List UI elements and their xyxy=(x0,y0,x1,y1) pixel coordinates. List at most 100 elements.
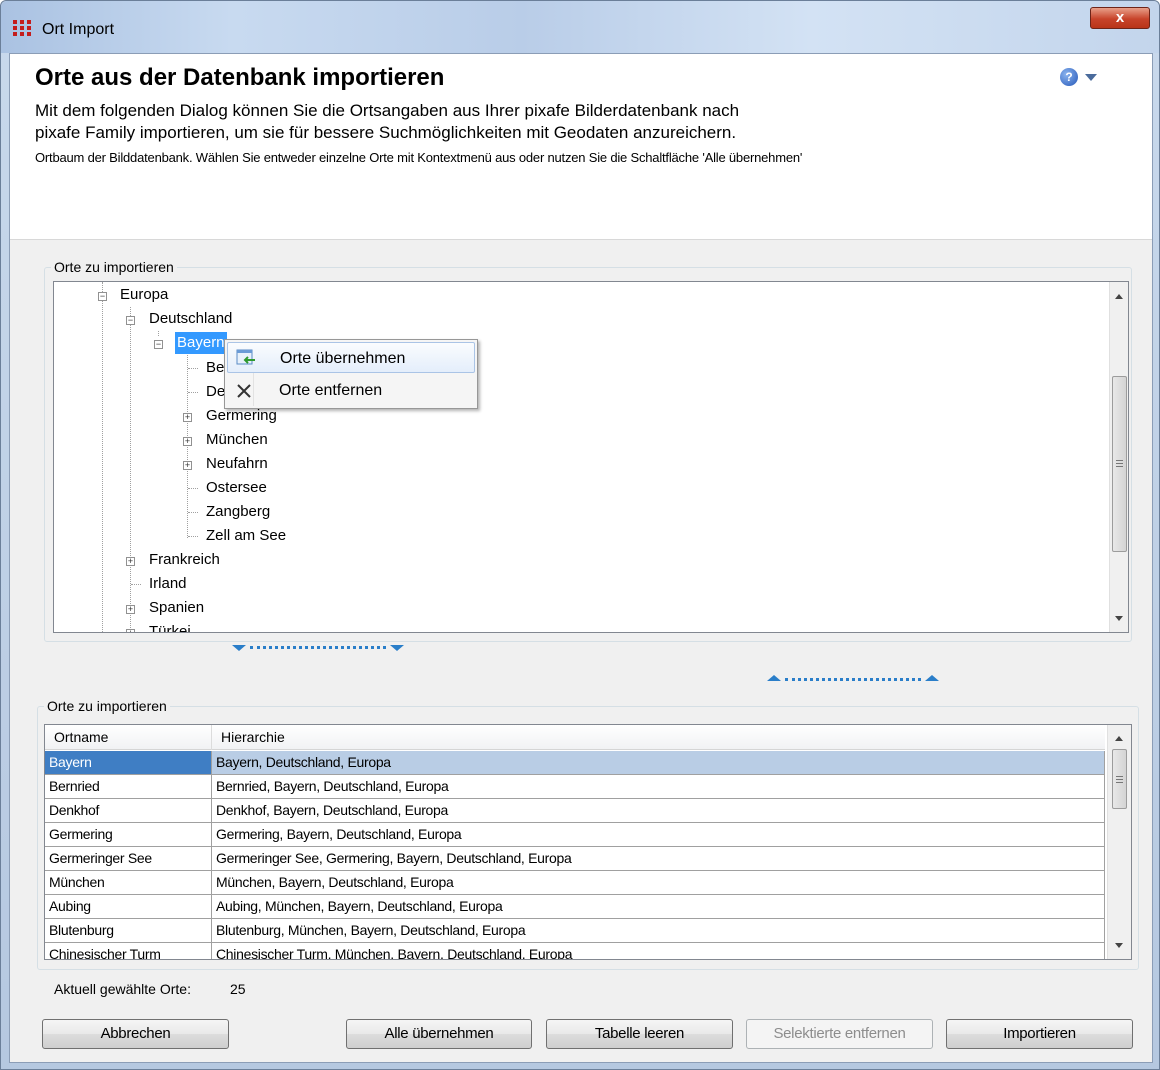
table-row[interactable]: Bernried Bernried, Bayern, Deutschland, E… xyxy=(45,775,1105,799)
menu-item-orte-uebernehmen[interactable]: Orte übernehmen xyxy=(227,342,475,373)
splitter-dots xyxy=(250,646,386,649)
expand-icon[interactable]: + xyxy=(183,437,192,446)
grid-group-label: Orte zu importieren xyxy=(44,698,170,714)
context-menu: Orte übernehmen Orte entfernen xyxy=(224,339,478,409)
menu-item-label: Orte übernehmen xyxy=(280,350,406,367)
table-scrollbar[interactable] xyxy=(1107,725,1131,959)
tree-node-muenchen[interactable]: München xyxy=(206,429,268,451)
description-line-2: pixafe Family importieren, um sie für be… xyxy=(35,123,737,142)
expand-icon[interactable]: + xyxy=(126,605,135,614)
table-row[interactable]: Chinesischer Turm Chinesischer Turm, Münc… xyxy=(45,943,1105,959)
cell-hierarchie: München, Bayern, Deutschland, Europa xyxy=(212,871,1105,894)
cell-hierarchie: Bayern, Deutschland, Europa xyxy=(212,751,1105,774)
expand-icon[interactable]: + xyxy=(183,461,192,470)
cell-hierarchie: Bernried, Bayern, Deutschland, Europa xyxy=(212,775,1105,798)
remove-selected-button[interactable]: Selektierte entfernen xyxy=(746,1019,933,1049)
cancel-button[interactable]: Abbrechen xyxy=(42,1019,229,1049)
table-row[interactable]: Bayern Bayern, Deutschland, Europa xyxy=(45,751,1105,775)
tree-node-deutschland[interactable]: Deutschland xyxy=(149,308,232,330)
tree-node-denkhof[interactable]: De xyxy=(206,381,225,403)
window-title: Ort Import xyxy=(42,21,115,38)
cell-hierarchie: Denkhof, Bayern, Deutschland, Europa xyxy=(212,799,1105,822)
tree-connector xyxy=(188,536,198,537)
tree-node-zell-am-see[interactable]: Zell am See xyxy=(206,525,286,547)
tree-hint-text: Ortbaum der Bilddatenbank. Wählen Sie en… xyxy=(35,150,803,165)
cell-ortname: Germeringer See xyxy=(45,847,212,870)
tree-connector xyxy=(188,488,198,489)
cell-ortname: München xyxy=(45,871,212,894)
collapse-icon[interactable]: − xyxy=(154,340,163,349)
page-description: Mit dem folgenden Dialog können Sie die … xyxy=(35,100,935,144)
title-bar[interactable]: Ort Import x xyxy=(1,1,1159,53)
import-arrow-icon xyxy=(236,349,255,365)
close-button[interactable]: x xyxy=(1090,7,1150,29)
table-row[interactable]: Denkhof Denkhof, Bayern, Deutschland, Eur… xyxy=(45,799,1105,823)
tree-connector xyxy=(188,512,198,513)
places-table[interactable]: Ortname Hierarchie Bayern Bayern, Deutsch… xyxy=(44,724,1132,960)
splitter-up-arrow-icon xyxy=(925,675,939,681)
cell-ortname: Denkhof xyxy=(45,799,212,822)
tree-guide-line xyxy=(102,282,103,632)
cell-hierarchie: Germeringer See, Germering, Bayern, Deut… xyxy=(212,847,1105,870)
tree-connector xyxy=(131,584,141,585)
scroll-up-icon[interactable] xyxy=(1115,294,1123,299)
ort-import-window: Ort Import x Orte aus der Datenbank impo… xyxy=(0,0,1160,1070)
tree-node-spanien[interactable]: Spanien xyxy=(149,597,204,619)
selected-count-label: Aktuell gewählte Orte: xyxy=(54,981,191,997)
expand-icon[interactable]: + xyxy=(126,557,135,566)
column-header-ortname[interactable]: Ortname xyxy=(45,725,212,750)
selected-count-value: 25 xyxy=(230,981,246,997)
tree-node-frankreich[interactable]: Frankreich xyxy=(149,549,220,571)
header-panel: Orte aus der Datenbank importieren Mit d… xyxy=(10,54,1152,240)
tree-node-zangberg[interactable]: Zangberg xyxy=(206,501,270,523)
table-row[interactable]: Blutenburg Blutenburg, München, Bayern, D… xyxy=(45,919,1105,943)
table-row[interactable]: Aubing Aubing, München, Bayern, Deutschla… xyxy=(45,895,1105,919)
tree-guide-line xyxy=(158,331,159,336)
tree-node-bayern[interactable]: Bayern xyxy=(175,332,227,354)
tree-node-irland[interactable]: Irland xyxy=(149,573,187,595)
tree-connector xyxy=(188,368,198,369)
description-line-1: Mit dem folgenden Dialog können Sie die … xyxy=(35,101,740,120)
close-x-icon xyxy=(237,384,251,398)
places-tree[interactable]: − Europa − Deutschland − Bayern Be De + … xyxy=(53,281,1129,633)
tree-scrollbar[interactable] xyxy=(1109,282,1128,632)
clear-table-button[interactable]: Tabelle leeren xyxy=(546,1019,733,1049)
scroll-down-icon[interactable] xyxy=(1115,943,1123,948)
expand-icon[interactable]: + xyxy=(183,413,192,422)
cell-hierarchie: Blutenburg, München, Bayern, Deutschland… xyxy=(212,919,1105,942)
cell-ortname: Chinesischer Turm xyxy=(45,943,212,959)
menu-item-label: Orte entfernen xyxy=(279,382,383,399)
cell-hierarchie: Aubing, München, Bayern, Deutschland, Eu… xyxy=(212,895,1105,918)
cell-hierarchie: Chinesischer Turm, München, Bayern, Deut… xyxy=(212,943,1105,959)
table-row[interactable]: München München, Bayern, Deutschland, Eur… xyxy=(45,871,1105,895)
help-icon[interactable]: ? xyxy=(1060,68,1078,86)
cell-ortname: Germering xyxy=(45,823,212,846)
expand-icon[interactable]: + xyxy=(126,629,135,632)
table-row[interactable]: Germering Germering, Bayern, Deutschland,… xyxy=(45,823,1105,847)
tree-scroll-thumb[interactable] xyxy=(1112,376,1127,552)
column-header-hierarchie[interactable]: Hierarchie xyxy=(212,725,1105,750)
page-title: Orte aus der Datenbank importieren xyxy=(35,64,445,91)
cell-ortname: Bayern xyxy=(45,751,212,774)
table-row[interactable]: Germeringer See Germeringer See, Germerin… xyxy=(45,847,1105,871)
take-all-button[interactable]: Alle übernehmen xyxy=(346,1019,532,1049)
tree-node-tuerkei[interactable]: Türkei xyxy=(149,621,191,632)
tree-node-europa[interactable]: Europa xyxy=(120,284,168,306)
tree-node-ostersee[interactable]: Ostersee xyxy=(206,477,267,499)
cell-ortname: Bernried xyxy=(45,775,212,798)
menu-item-orte-entfernen[interactable]: Orte entfernen xyxy=(227,375,475,406)
scroll-up-icon[interactable] xyxy=(1115,736,1123,741)
collapse-icon[interactable]: − xyxy=(98,292,107,301)
collapse-icon[interactable]: − xyxy=(126,316,135,325)
splitter-down-arrow-icon xyxy=(390,645,404,651)
scroll-down-icon[interactable] xyxy=(1115,616,1123,621)
tree-node-neufahrn[interactable]: Neufahrn xyxy=(206,453,268,475)
table-scroll-thumb[interactable] xyxy=(1112,749,1127,809)
tree-node-bernried[interactable]: Be xyxy=(206,357,224,379)
splitter-up-arrow-icon xyxy=(767,675,781,681)
cell-ortname: Blutenburg xyxy=(45,919,212,942)
splitter-down-arrow-icon xyxy=(232,645,246,651)
import-button[interactable]: Importieren xyxy=(946,1019,1133,1049)
help-dropdown-arrow-icon[interactable] xyxy=(1085,74,1097,81)
tree-connector xyxy=(188,392,198,393)
